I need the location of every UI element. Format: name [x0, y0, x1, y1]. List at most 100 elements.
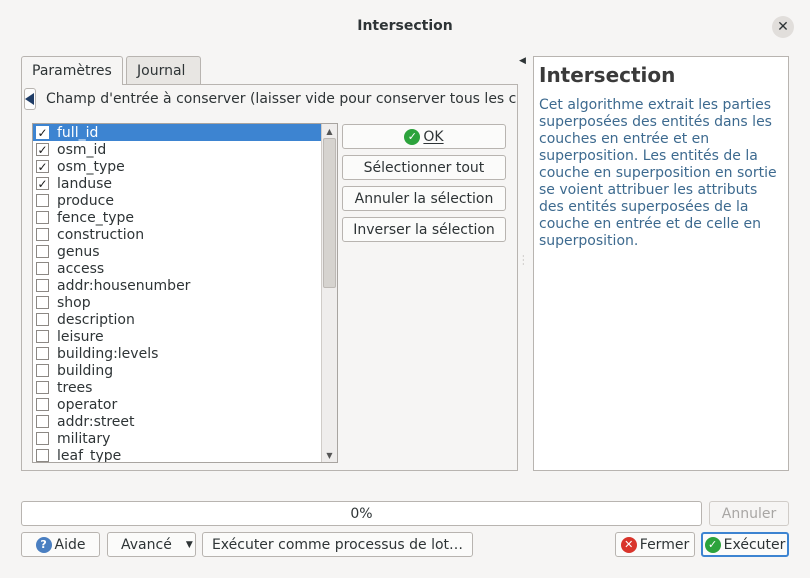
collapse-help-icon[interactable]: ◀ [519, 56, 526, 66]
help-question-icon: ? [35, 536, 52, 553]
field-checkbox[interactable] [36, 313, 49, 326]
fields-list-items: full_idosm_idosm_typelanduseproducefence… [33, 124, 321, 462]
tab-label: Journal [137, 62, 186, 79]
field-name: leisure [57, 328, 104, 345]
list-item[interactable]: shop [33, 294, 321, 311]
field-checkbox[interactable] [36, 126, 49, 139]
ok-check-icon: ✓ [404, 128, 421, 145]
field-name: building [57, 362, 114, 379]
list-item[interactable]: construction [33, 226, 321, 243]
progress-label: 0% [350, 505, 373, 522]
invert-selection-button[interactable]: Inverser la sélection [342, 217, 506, 242]
field-checkbox[interactable] [36, 347, 49, 360]
field-name: addr:housenumber [57, 277, 191, 294]
list-item[interactable]: military [33, 430, 321, 447]
field-checkbox[interactable] [36, 194, 49, 207]
list-item[interactable]: osm_type [33, 158, 321, 175]
field-checkbox[interactable] [36, 262, 49, 275]
list-item[interactable]: building:levels [33, 345, 321, 362]
field-name: access [57, 260, 105, 277]
list-item[interactable]: description [33, 311, 321, 328]
fields-list-scrollbar[interactable]: ▲ ▼ [321, 124, 337, 462]
run-button[interactable]: ✓ Exécuter [701, 532, 789, 557]
chevron-down-icon: ▼ [185, 539, 193, 550]
close-button[interactable]: ✕ Fermer [615, 532, 695, 557]
list-item[interactable]: leisure [33, 328, 321, 345]
cancel-run-button[interactable]: Annuler [709, 501, 789, 526]
scroll-up-arrow-icon[interactable]: ▲ [322, 124, 337, 138]
intersection-dialog: Intersection ✕ Paramètres Journal Champ … [0, 0, 810, 578]
select-all-button[interactable]: Sélectionner tout [342, 155, 506, 180]
list-item[interactable]: operator [33, 396, 321, 413]
fields-list[interactable]: full_idosm_idosm_typelanduseproducefence… [32, 123, 338, 463]
advanced-label: Avancé [121, 536, 172, 553]
field-name: military [57, 430, 111, 447]
field-checkbox[interactable] [36, 279, 49, 292]
field-checkbox[interactable] [36, 364, 49, 377]
field-name: produce [57, 192, 114, 209]
field-name: description [57, 311, 135, 328]
title-bar: Intersection ✕ [0, 0, 810, 52]
field-name: osm_type [57, 158, 125, 175]
field-checkbox[interactable] [36, 432, 49, 445]
list-item[interactable]: building [33, 362, 321, 379]
list-item[interactable]: osm_id [33, 141, 321, 158]
list-item[interactable]: produce [33, 192, 321, 209]
field-name: building:levels [57, 345, 159, 362]
tab-parametres[interactable]: Paramètres [21, 56, 123, 85]
ok-button[interactable]: ✓ OK [342, 124, 506, 149]
field-checkbox[interactable] [36, 330, 49, 343]
window-title: Intersection [357, 18, 453, 34]
list-item[interactable]: leaf_type [33, 447, 321, 462]
field-name: construction [57, 226, 145, 243]
help-button[interactable]: ? Aide [21, 532, 100, 557]
advanced-dropdown-button[interactable]: Avancé ▼ [107, 532, 196, 557]
tab-journal[interactable]: Journal [126, 56, 201, 84]
help-button-label: Aide [54, 536, 86, 553]
field-checkbox[interactable] [36, 398, 49, 411]
scroll-down-arrow-icon[interactable]: ▼ [322, 448, 337, 462]
close-window-button[interactable]: ✕ [772, 16, 794, 38]
clear-selection-label: Annuler la sélection [354, 190, 494, 207]
field-checkbox[interactable] [36, 143, 49, 156]
splitter-handle-icon[interactable]: · · · [522, 253, 525, 269]
cancel-run-label: Annuler [721, 505, 777, 522]
select-all-label: Sélectionner tout [363, 159, 485, 176]
ok-label: OK [423, 128, 444, 145]
tab-label: Paramètres [32, 63, 112, 79]
field-checkbox[interactable] [36, 228, 49, 241]
field-name: genus [57, 243, 100, 260]
invert-selection-label: Inverser la sélection [353, 221, 495, 238]
field-name: full_id [57, 124, 99, 141]
field-name: osm_id [57, 141, 107, 158]
field-checkbox[interactable] [36, 449, 49, 462]
field-checkbox[interactable] [36, 160, 49, 173]
list-item[interactable]: trees [33, 379, 321, 396]
field-checkbox[interactable] [36, 245, 49, 258]
list-item[interactable]: fence_type [33, 209, 321, 226]
clear-selection-button[interactable]: Annuler la sélection [342, 186, 506, 211]
field-checkbox[interactable] [36, 211, 49, 224]
progress-bar: 0% [21, 501, 702, 526]
field-checkbox[interactable] [36, 177, 49, 190]
run-as-batch-button[interactable]: Exécuter comme processus de lot… [202, 532, 473, 557]
list-item[interactable]: landuse [33, 175, 321, 192]
help-title: Intersection [539, 63, 676, 87]
field-name: fence_type [57, 209, 134, 226]
list-item[interactable]: access [33, 260, 321, 277]
list-item[interactable]: addr:street [33, 413, 321, 430]
field-name: landuse [57, 175, 113, 192]
field-checkbox[interactable] [36, 296, 49, 309]
close-button-label: Fermer [639, 536, 690, 553]
field-checkbox[interactable] [36, 415, 49, 428]
back-button[interactable] [24, 88, 36, 110]
list-item[interactable]: addr:housenumber [33, 277, 321, 294]
help-description: Cet algorithme extrait les parties super… [539, 97, 777, 249]
help-panel: Intersection Cet algorithme extrait les … [533, 56, 789, 471]
run-button-label: Exécuter [723, 536, 786, 553]
list-item[interactable]: full_id [33, 124, 321, 141]
triangle-left-icon [25, 93, 34, 105]
scroll-thumb[interactable] [323, 138, 336, 288]
list-item[interactable]: genus [33, 243, 321, 260]
field-checkbox[interactable] [36, 381, 49, 394]
